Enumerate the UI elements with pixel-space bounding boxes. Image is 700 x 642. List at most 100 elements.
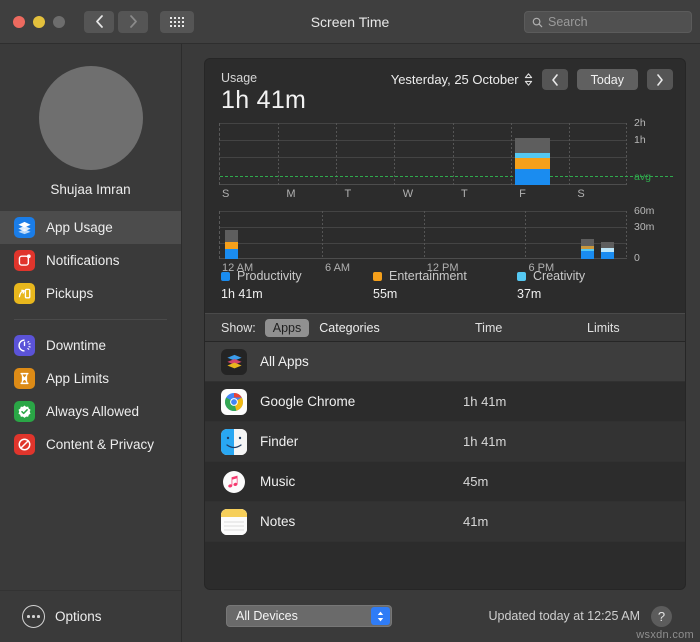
bar-hour-22 <box>580 239 594 259</box>
sidebar-item-label: Pickups <box>46 286 94 301</box>
main-content: Usage 1h 41m Yesterday, 25 October Today… <box>182 44 700 642</box>
pickup-icon <box>14 283 35 304</box>
updated-text: Updated today at 12:25 AM <box>488 609 641 623</box>
table-row[interactable]: Google Chrome 1h 41m <box>205 382 685 422</box>
music-icon <box>221 469 247 495</box>
row-time: 45m <box>463 474 489 489</box>
show-label: Show: <box>221 320 256 335</box>
y-tick-60m: 60m <box>634 205 655 217</box>
x-tick: 12 PM <box>426 262 459 274</box>
table-row[interactable]: All Apps <box>205 342 685 382</box>
column-time: Time <box>475 320 503 335</box>
sidebar-item-always-allowed[interactable]: Always Allowed <box>0 395 181 428</box>
device-filter-select[interactable]: All Devices <box>226 605 392 627</box>
x-tick: F <box>519 188 526 200</box>
charts-area: 2h 1h avg S M T W T F S 60m 30m 0 12 AM … <box>205 115 685 274</box>
check-badge-icon <box>14 401 35 422</box>
usage-header: Usage 1h 41m Yesterday, 25 October Today <box>205 59 685 115</box>
sidebar-item-label: Content & Privacy <box>46 437 155 452</box>
table-row[interactable]: Finder 1h 41m <box>205 422 685 462</box>
tab-apps[interactable]: Apps <box>264 318 310 337</box>
layers-icon <box>14 217 35 238</box>
avatar <box>38 66 143 170</box>
downtime-icon <box>14 335 35 356</box>
show-toggle: Apps Categories <box>264 318 388 337</box>
legend-value: 37m <box>517 287 542 301</box>
weekly-usage-chart: 2h 1h avg S M T W T F S <box>219 117 673 200</box>
legend-value: 1h 41m <box>221 287 263 301</box>
sidebar-item-app-usage[interactable]: App Usage <box>0 211 181 244</box>
user-profile: Shujaa Imran <box>0 44 181 197</box>
x-tick: S <box>222 188 230 200</box>
table-row[interactable]: Notes 41m <box>205 502 685 542</box>
row-name: Finder <box>260 434 299 449</box>
sidebar-item-label: Downtime <box>46 338 107 353</box>
minimize-button[interactable] <box>33 15 45 28</box>
sidebar-item-pickups[interactable]: Pickups <box>0 277 181 310</box>
x-tick: T <box>344 188 352 200</box>
x-tick: S <box>577 188 585 200</box>
user-name: Shujaa Imran <box>50 182 131 197</box>
tab-categories[interactable]: Categories <box>311 319 387 337</box>
sidebar-item-app-limits[interactable]: App Limits <box>0 362 181 395</box>
device-filter-value: All Devices <box>236 609 298 623</box>
notification-icon <box>14 250 35 271</box>
y-tick-0: 0 <box>634 252 640 265</box>
hourglass-icon <box>14 368 35 389</box>
app-list: All Apps Google Chrome 1h 41m Finder 1h … <box>205 342 685 589</box>
bar-hour-23 <box>600 241 614 259</box>
next-day-button[interactable] <box>647 69 673 90</box>
today-button[interactable]: Today <box>576 69 638 90</box>
x-tick: M <box>286 188 296 200</box>
sidebar-item-label: Notifications <box>46 253 120 268</box>
row-name: Notes <box>260 514 296 529</box>
usage-card: Usage 1h 41m Yesterday, 25 October Today… <box>204 58 686 590</box>
chrome-icon <box>221 388 247 415</box>
search-icon <box>532 17 543 27</box>
legend-swatch <box>373 271 382 281</box>
hourly-usage-chart: 60m 30m 0 12 AM 6 AM 12 PM 6 PM <box>219 205 654 274</box>
forward-button[interactable] <box>118 10 148 33</box>
sidebar-item-label: App Limits <box>46 371 110 386</box>
options-label: Options <box>55 609 102 624</box>
legend-value: 55m <box>373 287 398 301</box>
show-all-preferences-button[interactable] <box>160 10 194 33</box>
help-button[interactable]: ? <box>651 605 672 627</box>
row-name: Google Chrome <box>260 394 356 409</box>
bar-hour-0 <box>224 229 238 259</box>
sidebar-divider <box>14 319 167 320</box>
maximize-button[interactable] <box>53 15 65 28</box>
sidebar-item-label: Always Allowed <box>46 404 140 419</box>
window-controls <box>0 15 65 28</box>
notes-icon <box>221 508 247 535</box>
sidebar-item-label: App Usage <box>46 220 113 235</box>
search-placeholder: Search <box>548 15 588 29</box>
title-bar: Screen Time Search <box>0 0 700 44</box>
avg-label: avg <box>634 170 651 183</box>
chevron-updown-icon <box>371 607 390 625</box>
search-input[interactable]: Search <box>524 11 692 33</box>
row-time: 41m <box>463 514 489 529</box>
table-row[interactable]: Music 45m <box>205 462 685 502</box>
date-value: Yesterday, 25 October <box>390 72 519 87</box>
usage-total: 1h 41m <box>221 86 307 114</box>
date-picker[interactable]: Yesterday, 25 October <box>391 72 533 87</box>
y-tick-1h: 1h <box>634 134 646 147</box>
screen-time-window: Screen Time Search Shujaa Imran App Usag… <box>0 0 700 642</box>
x-tick: T <box>460 188 468 200</box>
column-limits: Limits <box>587 320 620 335</box>
legend-swatch <box>517 271 526 281</box>
row-time: 1h 41m <box>463 434 507 449</box>
sidebar-item-downtime[interactable]: Downtime <box>0 329 181 362</box>
previous-day-button[interactable] <box>541 69 568 90</box>
all-apps-icon <box>221 348 247 375</box>
sidebar-item-notifications[interactable]: Notifications <box>0 244 181 277</box>
watermark: wsxdn.com <box>636 629 694 641</box>
back-button[interactable] <box>84 10 114 33</box>
options-button[interactable]: Options <box>0 590 181 642</box>
close-button[interactable] <box>13 15 25 28</box>
date-controls: Yesterday, 25 October Today <box>391 69 673 90</box>
sidebar-nav: App Usage Notifications Pickups Downtime… <box>0 211 181 461</box>
sidebar-item-content-privacy[interactable]: Content & Privacy <box>0 428 181 461</box>
y-tick-2h: 2h <box>634 117 646 129</box>
